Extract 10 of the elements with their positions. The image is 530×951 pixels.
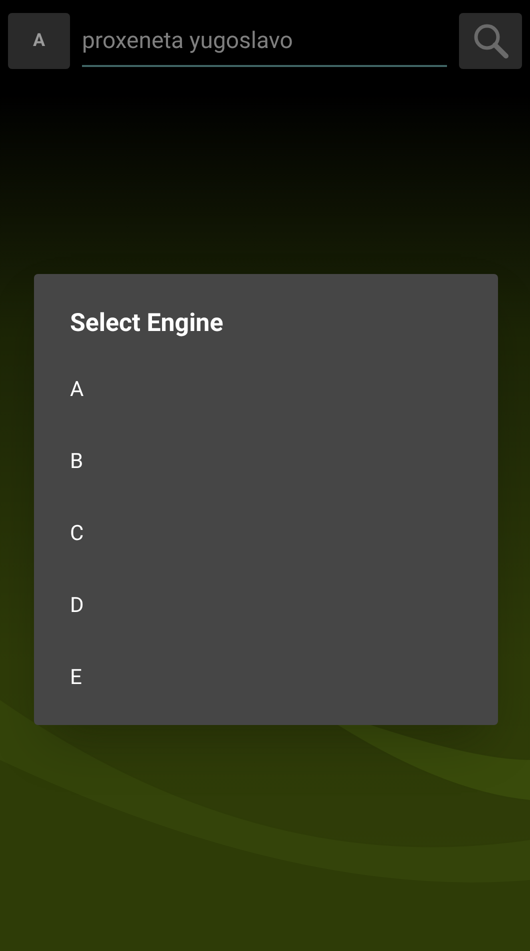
engine-option[interactable]: A: [34, 355, 498, 427]
search-icon: [472, 22, 510, 60]
dialog-title: Select Engine: [69, 308, 224, 340]
engine-button[interactable]: A: [8, 13, 70, 69]
engine-option[interactable]: E: [34, 643, 498, 715]
engine-option[interactable]: C: [34, 499, 498, 571]
engine-option[interactable]: D: [34, 571, 498, 643]
search-field[interactable]: proxeneta yugoslavo: [82, 15, 447, 67]
engine-option[interactable]: B: [34, 427, 498, 499]
search-button[interactable]: [459, 13, 522, 69]
